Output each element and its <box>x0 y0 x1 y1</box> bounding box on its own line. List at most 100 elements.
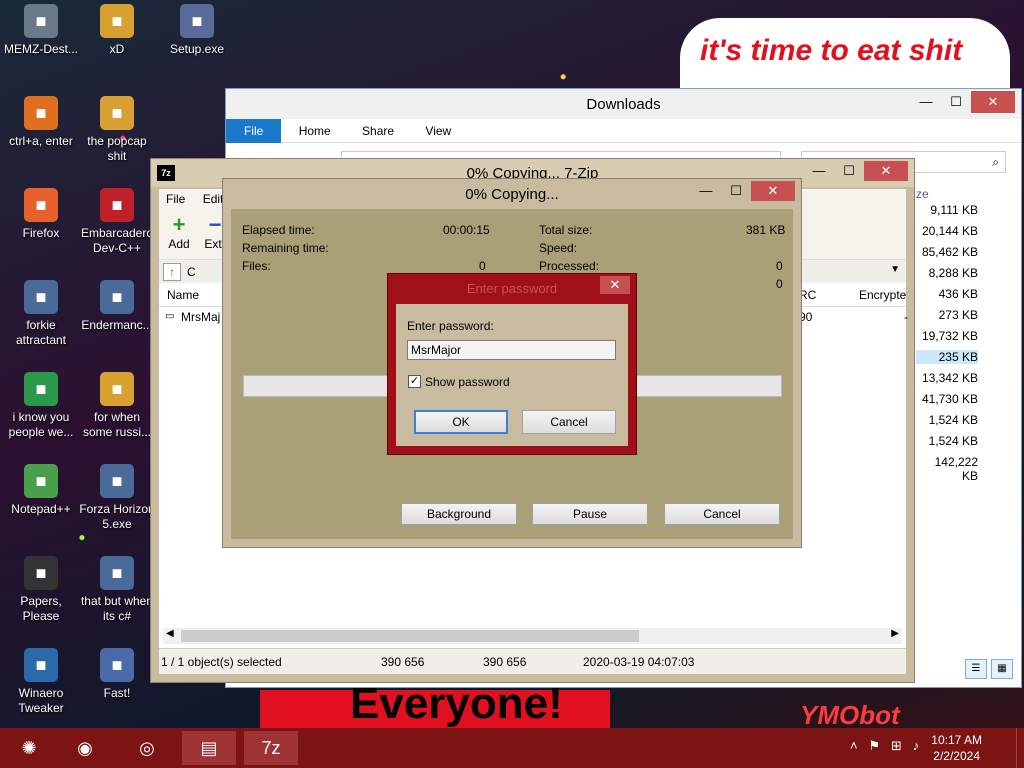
maximize-icon[interactable]: ☐ <box>941 91 971 113</box>
desktop-icon[interactable]: ■ Notepad++ <box>2 464 80 517</box>
desktop-icon[interactable]: ■ MEMZ-Dest... <box>2 4 80 57</box>
devcpp-icon: ■ <box>100 188 134 222</box>
close-icon[interactable]: ✕ <box>600 276 630 294</box>
total-size-label: Total size: <box>539 223 593 237</box>
chevron-down-icon[interactable]: ▼ <box>890 264 900 275</box>
list-item[interactable]: 19,732 KB <box>916 329 978 343</box>
add-button[interactable]: + Add <box>159 212 199 252</box>
firefox-taskbar-icon[interactable]: ◉ <box>58 731 112 765</box>
minimize-icon[interactable]: — <box>804 161 834 181</box>
scroll-left-icon[interactable]: ◀ <box>166 628 174 639</box>
pause-button[interactable]: Pause <box>532 503 648 525</box>
desktop-icon-label: ctrl+a, enter <box>9 134 73 148</box>
file-explorer-taskbar-icon[interactable]: ▤ <box>182 731 236 765</box>
details-view-icon[interactable]: ☰ <box>965 659 987 679</box>
ok-button[interactable]: OK <box>414 410 508 434</box>
list-item[interactable]: 20,144 KB <box>916 224 978 238</box>
7zip-statusbar: 1 / 1 object(s) selected 390 656 390 656… <box>159 648 906 674</box>
horizontal-scrollbar[interactable]: ◀ ▶ <box>163 628 902 644</box>
status-packed: 390 656 <box>483 655 527 669</box>
desktop-icon[interactable]: ■ i know you people we... <box>2 372 80 440</box>
ribbon-tab-view[interactable]: View <box>411 119 465 143</box>
maximize-icon[interactable]: ☐ <box>834 161 864 181</box>
list-item[interactable]: 1,524 KB <box>916 434 978 448</box>
up-folder-icon[interactable]: ↑ <box>163 263 181 281</box>
list-item[interactable]: 436 KB <box>916 287 978 301</box>
size-column-header[interactable]: ze <box>916 187 929 201</box>
desktop-icon[interactable]: ■ Papers, Please <box>2 556 80 624</box>
maximize-icon[interactable]: ☐ <box>721 181 751 201</box>
show-password-checkbox[interactable]: ✓ <box>408 375 421 388</box>
copying-titlebar[interactable]: 0% Copying... — ☐ ✕ <box>223 179 801 209</box>
list-item[interactable]: 13,342 KB <box>916 371 978 385</box>
list-item[interactable]: 273 KB <box>916 308 978 322</box>
row-encrypted: - <box>904 310 908 324</box>
password-titlebar[interactable]: Enter password ✕ <box>388 274 636 300</box>
network-icon[interactable]: ⊞ <box>891 738 902 753</box>
desktop-icon-label: Setup.exe <box>169 42 225 56</box>
list-item[interactable]: 9,111 KB <box>916 203 978 217</box>
add-icon: + <box>172 212 186 237</box>
status-size: 390 656 <box>381 655 425 669</box>
chrome-taskbar-icon[interactable]: ◎ <box>120 731 174 765</box>
files-label: Files: <box>242 259 271 273</box>
desktop-icon[interactable]: ■ Winaero Tweaker <box>2 648 80 716</box>
show-password-label[interactable]: Show password <box>425 375 510 389</box>
desktop-icon[interactable]: ■ Setup.exe <box>158 4 236 57</box>
flag-icon[interactable]: ⚑ <box>868 738 880 753</box>
desktop-icon[interactable]: ■ Embarcadero Dev-C++ <box>78 188 156 256</box>
ribbon-tab-share[interactable]: Share <box>348 119 408 143</box>
desktop-icon[interactable]: ■ Endermanc... <box>78 280 156 333</box>
desktop-icon[interactable]: ■ that but when its c# <box>78 556 156 624</box>
search-icon: ⌕ <box>992 155 999 169</box>
chevron-up-icon[interactable]: ˄ <box>850 738 858 753</box>
desktop-icon[interactable]: ■ Fast! <box>78 648 156 701</box>
desktop-icon-label: Forza Horizon 5.exe <box>79 502 155 531</box>
volume-icon[interactable]: ♪ <box>913 738 920 753</box>
close-icon[interactable]: ✕ <box>971 91 1015 113</box>
explorer-ribbon: File Home Share View <box>226 119 1021 143</box>
list-item[interactable]: 142,222 KB <box>916 455 978 483</box>
list-item[interactable]: 41,730 KB <box>916 392 978 406</box>
start-button[interactable]: ✺ <box>2 731 56 765</box>
address-text: C <box>187 265 196 279</box>
show-desktop-button[interactable] <box>1016 728 1024 768</box>
password-dialog[interactable]: Enter password ✕ Enter password: ✓ Show … <box>387 273 637 455</box>
ribbon-tab-file[interactable]: File <box>226 119 282 143</box>
scrollbar-thumb[interactable] <box>181 630 639 642</box>
list-item[interactable]: 8,288 KB <box>916 266 978 280</box>
desktop-icon[interactable]: ■ for when some russi... <box>78 372 156 440</box>
desktop-icon[interactable]: ■ xD <box>78 4 156 57</box>
taskbar-clock[interactable]: 10:17 AM 2/2/2024 <box>931 732 982 764</box>
desktop-icon-label: xD <box>109 42 125 56</box>
list-item[interactable]: 235 KB <box>916 350 978 364</box>
password-input[interactable] <box>407 340 616 360</box>
background-button[interactable]: Background <box>401 503 517 525</box>
desktop-icon-label: i know you people we... <box>8 410 74 439</box>
cancel-button[interactable]: Cancel <box>522 410 616 434</box>
wallpaper-robot-text: YMObot <box>800 700 900 730</box>
explorer-titlebar[interactable]: Downloads — ☐ ✕ <box>226 89 1021 119</box>
minimize-icon[interactable]: — <box>911 91 941 113</box>
close-icon[interactable]: ✕ <box>751 181 795 201</box>
desktop-icon[interactable]: ■ Firefox <box>2 188 80 241</box>
desktop-icon[interactable]: ■ ctrl+a, enter <box>2 96 80 149</box>
close-icon[interactable]: ✕ <box>864 161 908 181</box>
column-encrypted[interactable]: Encrypte <box>859 288 906 302</box>
minimize-icon[interactable]: — <box>691 181 721 201</box>
cancel-button[interactable]: Cancel <box>664 503 780 525</box>
desktop-icon-label: MEMZ-Dest... <box>4 42 78 56</box>
list-item[interactable]: 85,462 KB <box>916 245 978 259</box>
7zip-taskbar-icon[interactable]: 7z <box>244 731 298 765</box>
list-item[interactable]: 1,524 KB <box>916 413 978 427</box>
clock-date: 2/2/2024 <box>933 749 980 763</box>
column-name[interactable]: Name <box>167 288 199 302</box>
scroll-right-icon[interactable]: ▶ <box>891 628 899 639</box>
desktop-icon[interactable]: ■ the popcap shit <box>78 96 156 164</box>
menu-file[interactable]: File <box>159 189 192 209</box>
total-size-value: 381 KB <box>746 223 786 237</box>
large-icons-view-icon[interactable]: ▦ <box>991 659 1013 679</box>
desktop-icon[interactable]: ■ forkie attractant <box>2 280 80 348</box>
desktop-icon[interactable]: ■ Forza Horizon 5.exe <box>78 464 156 532</box>
ribbon-tab-home[interactable]: Home <box>285 119 345 143</box>
